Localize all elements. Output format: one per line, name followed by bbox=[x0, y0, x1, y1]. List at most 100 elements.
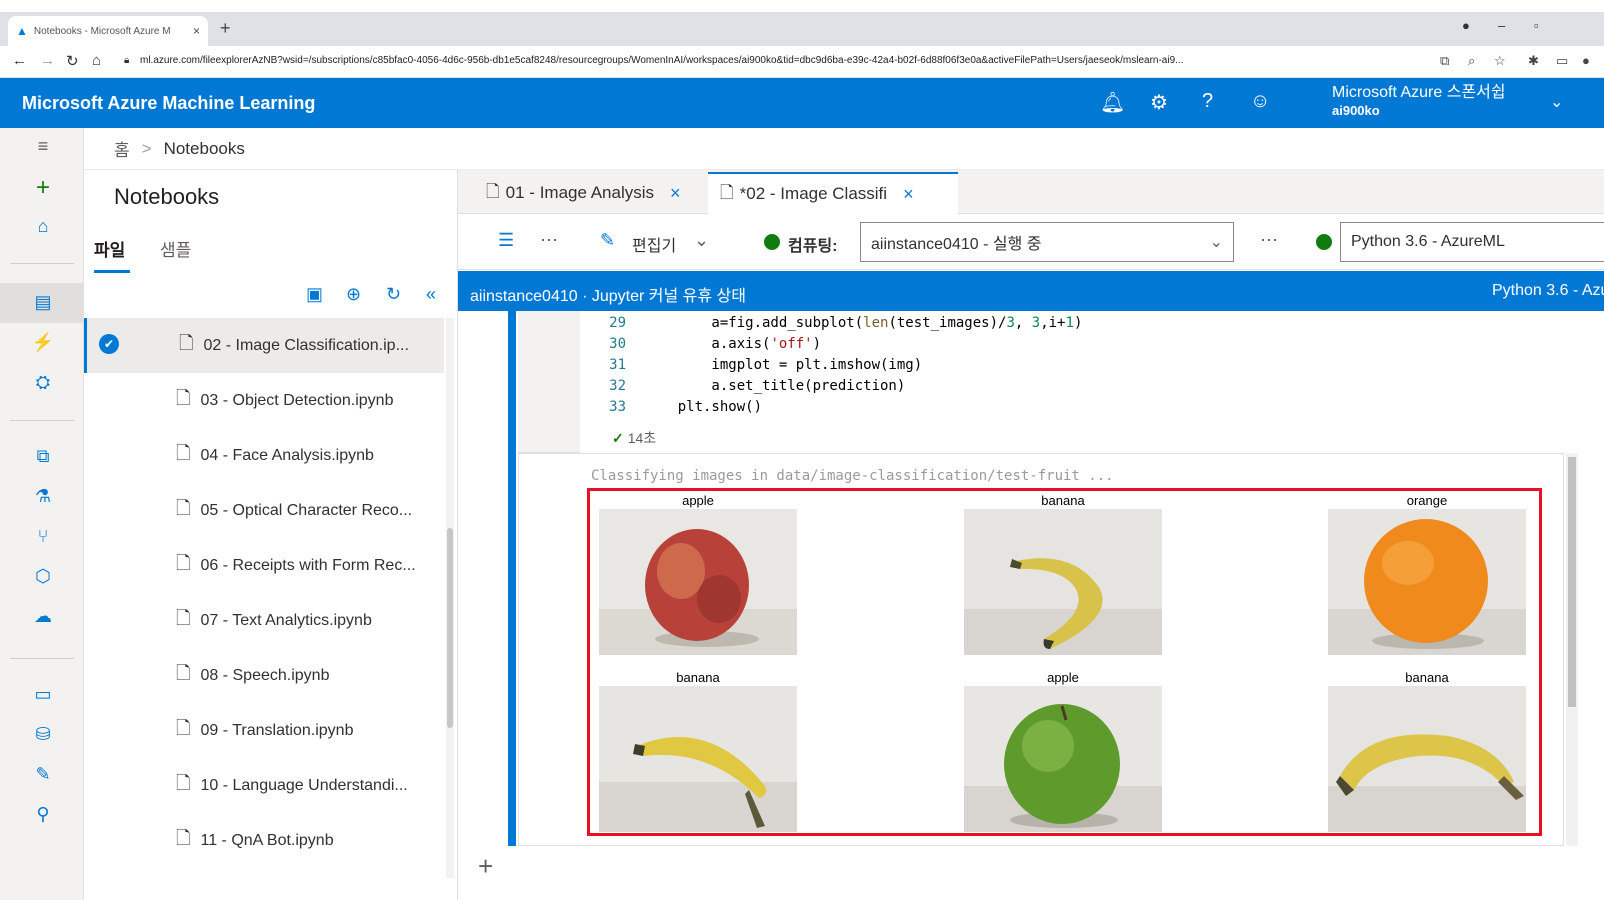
collapse-panel-icon[interactable]: « bbox=[426, 284, 436, 305]
file-item[interactable]: 🗋︎ 06 - Receipts with Form Rec... bbox=[84, 538, 444, 593]
file-item-label: 03 - Object Detection.ipynb bbox=[200, 391, 394, 409]
notebook-tab-label: *02 - Image Classifi bbox=[739, 184, 888, 203]
forward-icon[interactable]: → bbox=[40, 52, 55, 69]
tab-notebook-02[interactable]: 🗋︎ *02 - Image Classifi × bbox=[708, 172, 958, 214]
chevron-down-icon[interactable]: ⌄ bbox=[694, 230, 709, 251]
help-icon[interactable]: ? bbox=[1202, 90, 1213, 113]
file-item-label: 10 - Language Understandi... bbox=[200, 776, 408, 794]
prediction-image: banana bbox=[1328, 670, 1526, 832]
file-item[interactable]: 🗋︎ 08 - Speech.ipynb bbox=[84, 648, 444, 703]
settings-gear-icon[interactable]: ⚙ bbox=[1150, 90, 1168, 115]
notebook-file-icon: 🗋︎ bbox=[176, 772, 191, 793]
output-cell: Classifying images in data/image-classif… bbox=[518, 453, 1564, 846]
file-item-label: 02 - Image Classification.ip... bbox=[203, 336, 409, 354]
scrollbar-thumb[interactable] bbox=[1568, 457, 1576, 707]
datastores-icon[interactable]: ⛁ bbox=[28, 724, 58, 745]
kernel-status-icon bbox=[1316, 234, 1332, 250]
file-item[interactable]: 🗋︎ 07 - Text Analytics.ipynb bbox=[84, 593, 444, 648]
file-item[interactable]: 🗋︎ 04 - Face Analysis.ipynb bbox=[84, 428, 444, 483]
back-icon[interactable]: ← bbox=[12, 52, 27, 69]
more-options-icon[interactable]: ⋯ bbox=[1260, 230, 1278, 251]
linked-services-icon[interactable]: ⚲ bbox=[28, 804, 58, 825]
browser-tab[interactable]: ▲ Notebooks - Microsoft Azure M × bbox=[8, 16, 208, 46]
account-avatar-icon[interactable]: ● bbox=[1582, 53, 1590, 68]
new-tab-icon[interactable]: + bbox=[220, 18, 231, 39]
new-plus-icon[interactable]: + bbox=[28, 174, 58, 202]
cast-icon[interactable]: ▭ bbox=[1556, 53, 1568, 69]
translate-icon[interactable]: ⧉ bbox=[1440, 53, 1449, 69]
tab-notebook-01[interactable]: 🗋︎ 01 - Image Analysis × bbox=[474, 172, 693, 214]
prediction-label: banana bbox=[1041, 493, 1085, 508]
file-item[interactable]: 🗋︎ 11 - QnA Bot.ipynb bbox=[84, 813, 444, 868]
file-item[interactable]: 🗋︎ 10 - Language Understandi... bbox=[84, 758, 444, 813]
browser-tabstrip: ▲ Notebooks - Microsoft Azure M × + ● – … bbox=[0, 0, 1604, 46]
close-icon[interactable]: × bbox=[670, 183, 681, 204]
chevron-down-icon[interactable]: ⌄ bbox=[1550, 92, 1563, 112]
breadcrumb-separator-icon: > bbox=[141, 138, 152, 158]
file-item[interactable]: ✔ 🗋︎ 02 - Image Classification.ip... bbox=[84, 318, 444, 373]
pipelines-icon[interactable]: ⑂ bbox=[28, 526, 58, 547]
experiments-flask-icon[interactable]: ⚗ bbox=[28, 486, 58, 507]
code-cell[interactable]: 29 a=fig.add_subplot(len(test_images)/3,… bbox=[518, 311, 1564, 453]
banana-image bbox=[1328, 686, 1526, 832]
url-field[interactable]: ml.azure.com/fileexplorerAzNB?wsid=/subs… bbox=[140, 55, 1430, 66]
tab-active-indicator bbox=[94, 270, 130, 273]
bookmark-star-icon[interactable]: ☆ bbox=[1494, 53, 1506, 69]
compute-running-status-icon bbox=[764, 234, 780, 250]
profile-icon[interactable]: ● bbox=[1462, 18, 1470, 33]
code-editor[interactable]: 29 a=fig.add_subplot(len(test_images)/3,… bbox=[580, 311, 1564, 453]
execution-time: 14초 bbox=[627, 430, 657, 446]
notebooks-icon[interactable]: ▤ bbox=[28, 292, 58, 313]
file-item[interactable]: 🗋︎ 03 - Object Detection.ipynb bbox=[84, 373, 444, 428]
notebook-file-icon: 🗋︎ bbox=[176, 827, 191, 848]
tab-files[interactable]: 파일 bbox=[94, 236, 125, 261]
prediction-label: banana bbox=[676, 670, 720, 685]
line-number: 31 bbox=[609, 357, 626, 373]
tab-samples[interactable]: 샘플 bbox=[160, 236, 191, 261]
data-labeling-icon[interactable]: ✎ bbox=[28, 764, 58, 785]
brand-title[interactable]: Microsoft Azure Machine Learning bbox=[22, 93, 315, 114]
kernel-select[interactable]: Python 3.6 - AzureML bbox=[1340, 222, 1604, 262]
output-scrollbar[interactable] bbox=[1566, 453, 1578, 846]
file-list-scrollbar[interactable] bbox=[446, 318, 454, 878]
compute-monitor-icon[interactable]: ▭ bbox=[28, 684, 58, 705]
zoom-icon[interactable]: ⌕ bbox=[1468, 53, 1475, 69]
terminal-icon[interactable]: ▣ bbox=[306, 284, 323, 305]
endpoints-cloud-icon[interactable]: ☁ bbox=[28, 606, 58, 627]
scrollbar-thumb[interactable] bbox=[447, 528, 453, 728]
reload-icon[interactable]: ↻ bbox=[66, 52, 79, 70]
banana-image bbox=[964, 509, 1162, 655]
compute-select-value: aiinstance0410 - 실행 중 bbox=[871, 236, 1042, 253]
add-cell-icon[interactable]: + bbox=[478, 851, 493, 882]
breadcrumb-home[interactable]: 홈 bbox=[114, 136, 130, 161]
menu-lines-icon[interactable]: ☰ bbox=[498, 230, 514, 251]
refresh-icon[interactable]: ↻ bbox=[386, 284, 401, 305]
browser-tab-close-icon[interactable]: × bbox=[193, 24, 200, 38]
maximize-icon[interactable]: ▫ bbox=[1534, 18, 1539, 33]
file-item-label: 04 - Face Analysis.ipynb bbox=[200, 446, 374, 464]
compute-select[interactable]: aiinstance0410 - 실행 중 ⌄ bbox=[860, 222, 1234, 262]
editor-dropdown[interactable]: 편집기 bbox=[632, 232, 676, 256]
hamburger-menu-icon[interactable]: ≡ bbox=[28, 136, 58, 157]
file-item[interactable]: 🗋︎ 09 - Translation.ipynb bbox=[84, 703, 444, 758]
account-selector[interactable]: Microsoft Azure 스폰서쉽 ai900ko bbox=[1332, 84, 1506, 120]
extensions-icon[interactable]: ✱ bbox=[1528, 53, 1539, 69]
apple-image bbox=[599, 509, 797, 655]
models-cube-icon[interactable]: ⬡ bbox=[28, 566, 58, 587]
file-item-label: 08 - Speech.ipynb bbox=[200, 666, 330, 684]
minimize-icon[interactable]: – bbox=[1498, 18, 1505, 33]
close-icon[interactable]: × bbox=[903, 184, 914, 205]
more-options-icon[interactable]: ⋯ bbox=[540, 230, 558, 251]
file-list: ✔ 🗋︎ 02 - Image Classification.ip... 🗋︎ … bbox=[84, 318, 444, 868]
line-number: 29 bbox=[609, 315, 626, 331]
designer-icon[interactable]: ⛭ bbox=[28, 372, 58, 393]
automated-ml-icon[interactable]: ⚡ bbox=[28, 332, 58, 353]
home-icon[interactable]: ⌂ bbox=[28, 216, 58, 237]
kernel-select-value: Python 3.6 - AzureML bbox=[1351, 233, 1505, 250]
file-item[interactable]: 🗋︎ 05 - Optical Character Reco... bbox=[84, 483, 444, 538]
datasets-icon[interactable]: ⧉ bbox=[28, 446, 58, 467]
notification-bell-icon[interactable]: 🔔︎ bbox=[1100, 90, 1125, 115]
home-browser-icon[interactable]: ⌂ bbox=[92, 52, 101, 69]
feedback-smiley-icon[interactable]: ☺ bbox=[1250, 90, 1270, 113]
create-new-icon[interactable]: ⊕ bbox=[346, 284, 361, 305]
